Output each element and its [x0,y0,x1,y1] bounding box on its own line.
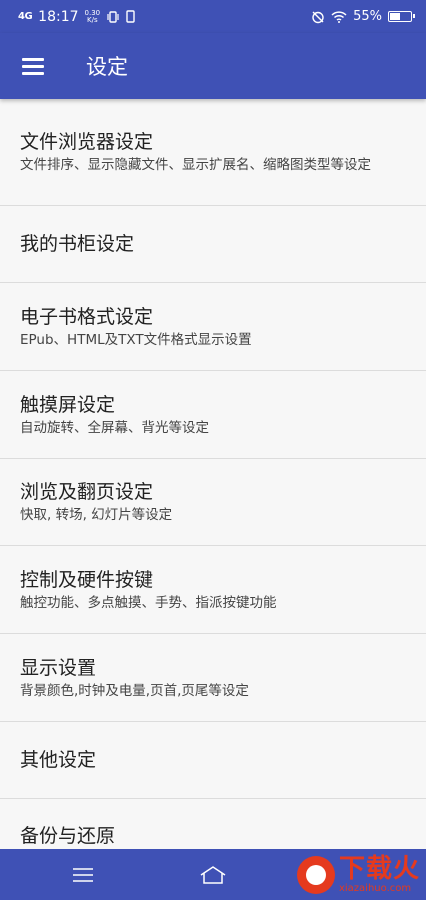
watermark-text: 下载火 xiazaihuo.com [339,855,420,894]
hamburger-menu-icon [22,58,44,75]
status-left: 4G 18:17 0.30 K/s [18,9,135,25]
network-indicator: 4G [18,11,33,22]
network-speed-unit: K/s [87,15,98,24]
settings-item-title: 控制及硬件按键 [20,568,154,591]
watermark-name: 下载火 [338,854,420,884]
system-nav-bar: 下载火 xiazaihuo.com [0,849,426,900]
settings-item-backup-restore[interactable]: 备份与还原 [0,799,426,849]
settings-list: 文件浏览器设定 文件排序、显示隐藏文件、显示扩展名、缩略图类型等设定 我的书柜设… [0,99,426,849]
settings-item-title: 备份与还原 [20,825,116,847]
settings-item-bookshelf[interactable]: 我的书柜设定 [0,206,426,283]
settings-item-display[interactable]: 显示设置 背景颜色,时钟及电量,页首,页尾等设定 [0,634,426,722]
clock: 18:17 [38,8,79,25]
settings-item-subtitle: 触控功能、多点触摸、手势、指派按键功能 [20,594,277,611]
watermark-domain: xiazaihuo.com [338,883,412,894]
menu-button[interactable] [0,33,66,99]
settings-item-title: 电子书格式设定 [20,305,154,328]
settings-item-touchscreen[interactable]: 触摸屏设定 自动旋转、全屏幕、背光等设定 [0,371,426,459]
home-icon [200,865,226,884]
settings-item-title: 文件浏览器设定 [20,131,154,153]
settings-item-title: 其他设定 [20,749,97,771]
settings-item-title: 我的书柜设定 [20,233,135,255]
settings-item-ebook-format[interactable]: 电子书格式设定 EPub、HTML及TXT文件格式显示设置 [0,283,426,371]
watermark-logo-icon [296,855,335,894]
menu-lines-icon [73,867,93,882]
settings-item-subtitle: 文件排序、显示隐藏文件、显示扩展名、缩略图类型等设定 [20,157,371,173]
settings-item-title: 浏览及翻页设定 [20,481,154,503]
status-right: 55% [311,9,415,24]
settings-item-subtitle: 自动旋转、全屏幕、背光等设定 [20,419,209,436]
vibrate-icon [107,10,119,23]
battery-percent: 55% [353,9,382,24]
watermark: 下载火 xiazaihuo.com [246,849,426,900]
settings-item-file-browser[interactable]: 文件浏览器设定 文件排序、显示隐藏文件、显示扩展名、缩略图类型等设定 [0,99,426,206]
page-title: 设定 [86,55,128,79]
alarm-off-icon [312,11,324,23]
status-bar: 4G 18:17 0.30 K/s 55% [0,0,426,33]
settings-item-title: 触摸屏设定 [20,393,116,416]
wifi-icon [331,10,347,23]
settings-item-other[interactable]: 其他设定 [0,722,426,799]
network-speed: 0.30 K/s [85,9,101,24]
battery-icon [388,11,415,22]
settings-item-subtitle: 背景颜色,时钟及电量,页首,页尾等设定 [20,682,249,699]
settings-item-browse-paging[interactable]: 浏览及翻页设定 快取, 转场, 幻灯片等设定 [0,459,426,546]
settings-item-title: 显示设置 [20,656,97,679]
nav-menu-button[interactable] [58,849,108,900]
settings-item-subtitle: 快取, 转场, 幻灯片等设定 [20,507,173,523]
nav-home-button[interactable] [188,849,238,900]
app-toolbar: 设定 [0,33,426,99]
settings-item-subtitle: EPub、HTML及TXT文件格式显示设置 [20,331,252,348]
settings-item-controls-keys[interactable]: 控制及硬件按键 触控功能、多点触摸、手势、指派按键功能 [0,546,426,634]
battery-level [390,13,400,20]
notification-phone-icon [126,10,135,23]
